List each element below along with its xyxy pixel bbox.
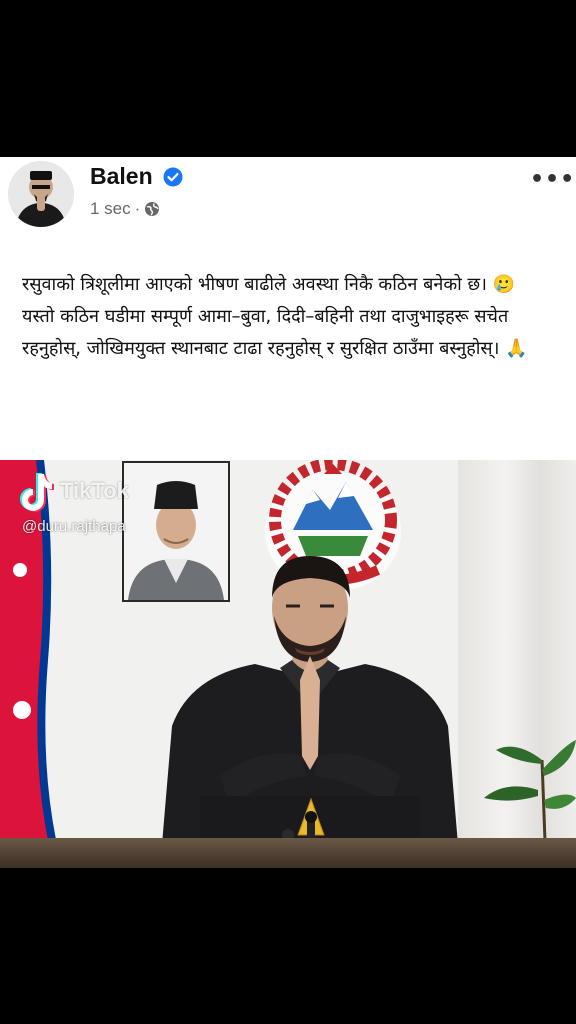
desk: [0, 838, 576, 868]
nepal-flag-icon: [0, 460, 56, 841]
facebook-post: Balen 1 sec · ••• रसुवाको त्रिशूलीमा आएक…: [0, 157, 576, 460]
meta-separator: ·: [134, 199, 141, 218]
post-timestamp[interactable]: 1 sec: [90, 199, 131, 219]
post-paragraph-1: रसुवाको त्रिशूलीमा आएको भीषण बाढीले अवस्…: [22, 274, 516, 295]
post-paragraph-2: यस्तो कठिन घडीमा सम्पूर्ण आमा–बुवा, दिदी…: [22, 306, 528, 359]
more-options-icon[interactable]: •••: [530, 167, 575, 192]
author-avatar[interactable]: [8, 161, 74, 227]
post-meta: 1 sec ·: [90, 199, 160, 219]
post-text: रसुवाको त्रिशूलीमा आएको भीषण बाढीले अवस्…: [22, 269, 562, 365]
verified-badge-icon: [163, 167, 183, 187]
globe-icon[interactable]: [144, 201, 160, 217]
author-name[interactable]: Balen: [90, 163, 153, 190]
post-video[interactable]: [0, 460, 576, 868]
